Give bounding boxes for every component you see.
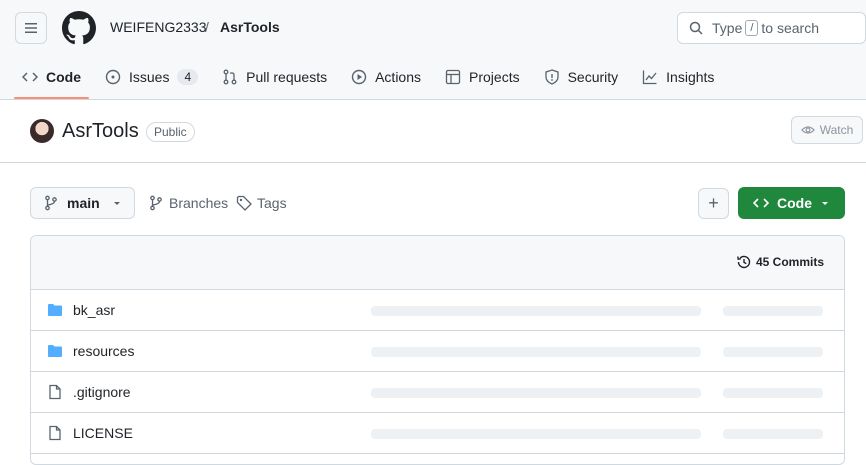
folder-icon — [48, 345, 62, 357]
file-row[interactable]: LICENSE — [31, 413, 844, 454]
commit-message-placeholder — [371, 306, 701, 316]
plus-icon: + — [708, 193, 719, 213]
repo-tabs: Code Issues 4 Pull requests Actions Proj… — [14, 58, 730, 100]
menu-button[interactable] — [15, 12, 47, 44]
shield-icon — [544, 69, 559, 85]
file-name[interactable]: resources — [73, 343, 134, 359]
tab-label: Pull requests — [246, 69, 328, 85]
avatar[interactable] — [30, 119, 54, 143]
tab-pull-requests[interactable]: Pull requests — [214, 58, 335, 96]
file-row[interactable]: .gitignore — [31, 372, 844, 413]
history-icon — [737, 255, 751, 269]
search-prefix: Type — [712, 20, 743, 36]
tab-label: Issues — [129, 69, 170, 85]
watch-button[interactable]: Watch — [791, 116, 863, 144]
search-input[interactable]: Type / to search — [677, 12, 866, 44]
caret-down-icon — [113, 202, 120, 205]
visibility-badge: Public — [146, 122, 195, 142]
code-icon — [22, 72, 38, 82]
branches-label: Branches — [169, 195, 229, 211]
graph-icon — [643, 70, 657, 85]
tag-icon — [236, 195, 252, 211]
branches-link[interactable]: Branches — [148, 195, 228, 211]
breadcrumb-repo[interactable]: AsrTools — [220, 19, 280, 35]
tab-issues[interactable]: Issues 4 — [97, 58, 206, 96]
search-shortcut-key: / — [745, 20, 759, 36]
issue-icon — [105, 69, 121, 85]
file-name[interactable]: bk_asr — [73, 302, 115, 318]
file-list: 45 Commits bk_asr resources .gitignore L… — [30, 235, 845, 465]
file-row[interactable]: resources — [31, 331, 844, 372]
caret-down-icon — [822, 202, 828, 205]
pull-request-icon — [223, 69, 237, 85]
commits-link[interactable]: 45 Commits — [736, 254, 824, 270]
tab-label: Insights — [666, 69, 715, 85]
repo-header: AsrTools Public Watch — [0, 100, 866, 163]
file-icon — [49, 384, 61, 400]
tab-security[interactable]: Security — [536, 58, 627, 96]
code-button-label: Code — [777, 195, 812, 211]
github-logo-icon[interactable] — [62, 11, 96, 45]
commits-count: 45 Commits — [755, 255, 824, 269]
breadcrumb-separator: / — [205, 19, 209, 35]
commit-date-placeholder — [723, 306, 823, 316]
tab-projects[interactable]: Projects — [437, 58, 528, 96]
watch-label: Watch — [819, 123, 854, 137]
search-icon — [689, 21, 703, 35]
tab-code[interactable]: Code — [14, 58, 89, 99]
branch-selector[interactable]: main — [30, 187, 135, 219]
commit-date-placeholder — [723, 429, 823, 439]
file-row[interactable]: bk_asr — [31, 290, 844, 331]
file-name[interactable]: .gitignore — [73, 384, 131, 400]
branch-name: main — [67, 195, 100, 211]
commit-message-placeholder — [371, 347, 701, 357]
branch-icon — [150, 195, 162, 211]
commit-date-placeholder — [723, 388, 823, 398]
search-suffix: to search — [761, 20, 820, 36]
play-icon — [351, 69, 367, 85]
commit-message-placeholder — [371, 388, 701, 398]
repo-title[interactable]: AsrTools — [62, 120, 139, 143]
add-file-button[interactable]: + — [698, 188, 729, 219]
file-name[interactable]: LICENSE — [73, 425, 133, 441]
file-icon — [49, 425, 61, 441]
commit-date-placeholder — [723, 347, 823, 357]
tab-label: Security — [567, 69, 619, 85]
folder-icon — [48, 304, 62, 316]
tab-label: Projects — [469, 69, 520, 85]
tab-actions[interactable]: Actions — [343, 58, 429, 96]
tab-label: Actions — [375, 69, 422, 85]
eye-icon — [800, 126, 815, 134]
hamburger-icon — [25, 23, 37, 33]
tab-label: Code — [46, 69, 81, 85]
breadcrumb-owner[interactable]: WEIFENG2333 — [110, 19, 206, 35]
file-list-header: 45 Commits — [31, 236, 844, 290]
code-button[interactable]: Code — [738, 187, 845, 219]
table-icon — [445, 69, 461, 85]
issues-count-badge: 4 — [177, 69, 199, 85]
global-header: WEIFENG2333 / AsrTools Type / to search … — [0, 0, 866, 100]
code-icon — [753, 198, 769, 208]
commit-message-placeholder — [371, 429, 701, 439]
branch-icon — [45, 195, 57, 211]
tags-label: Tags — [257, 195, 287, 211]
tags-link[interactable]: Tags — [236, 195, 287, 211]
tab-insights[interactable]: Insights — [634, 58, 722, 96]
